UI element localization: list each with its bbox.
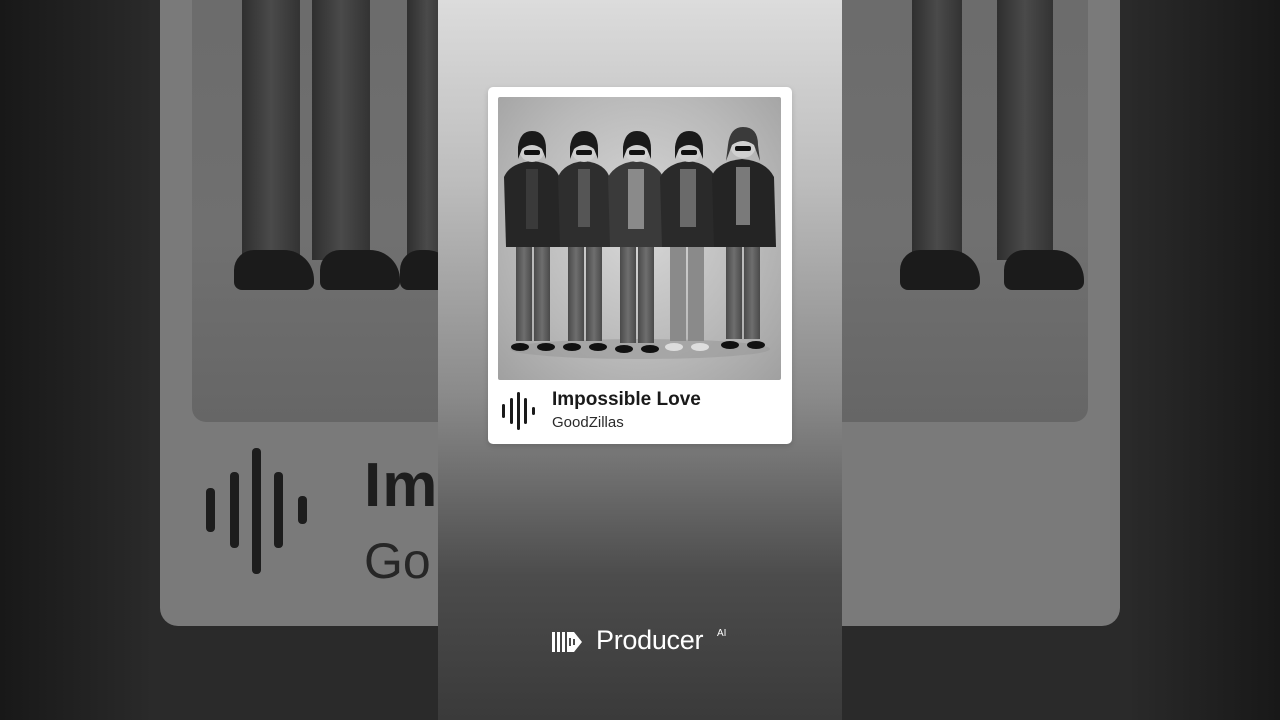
producer-logo-icon [552,632,582,652]
track-artist: GoodZillas [552,414,624,431]
track-card[interactable]: Impossible Love GoodZillas [488,87,792,444]
brand-name: Producer [596,625,704,655]
background-title: Ime [364,451,834,520]
player-column: Impossible Love GoodZillas Producer AI [438,0,842,720]
album-art [498,97,781,380]
band-photo-illustration [504,127,776,359]
background-waveform-icon [206,448,316,582]
video-frame: Ime Go [0,0,1280,720]
brand-superscript: AI [717,628,727,639]
audio-waveform-icon [502,392,536,432]
producer-brand: Producer AI [552,625,732,659]
track-title: Impossible Love [552,389,701,410]
background-artist: Go [364,533,431,589]
